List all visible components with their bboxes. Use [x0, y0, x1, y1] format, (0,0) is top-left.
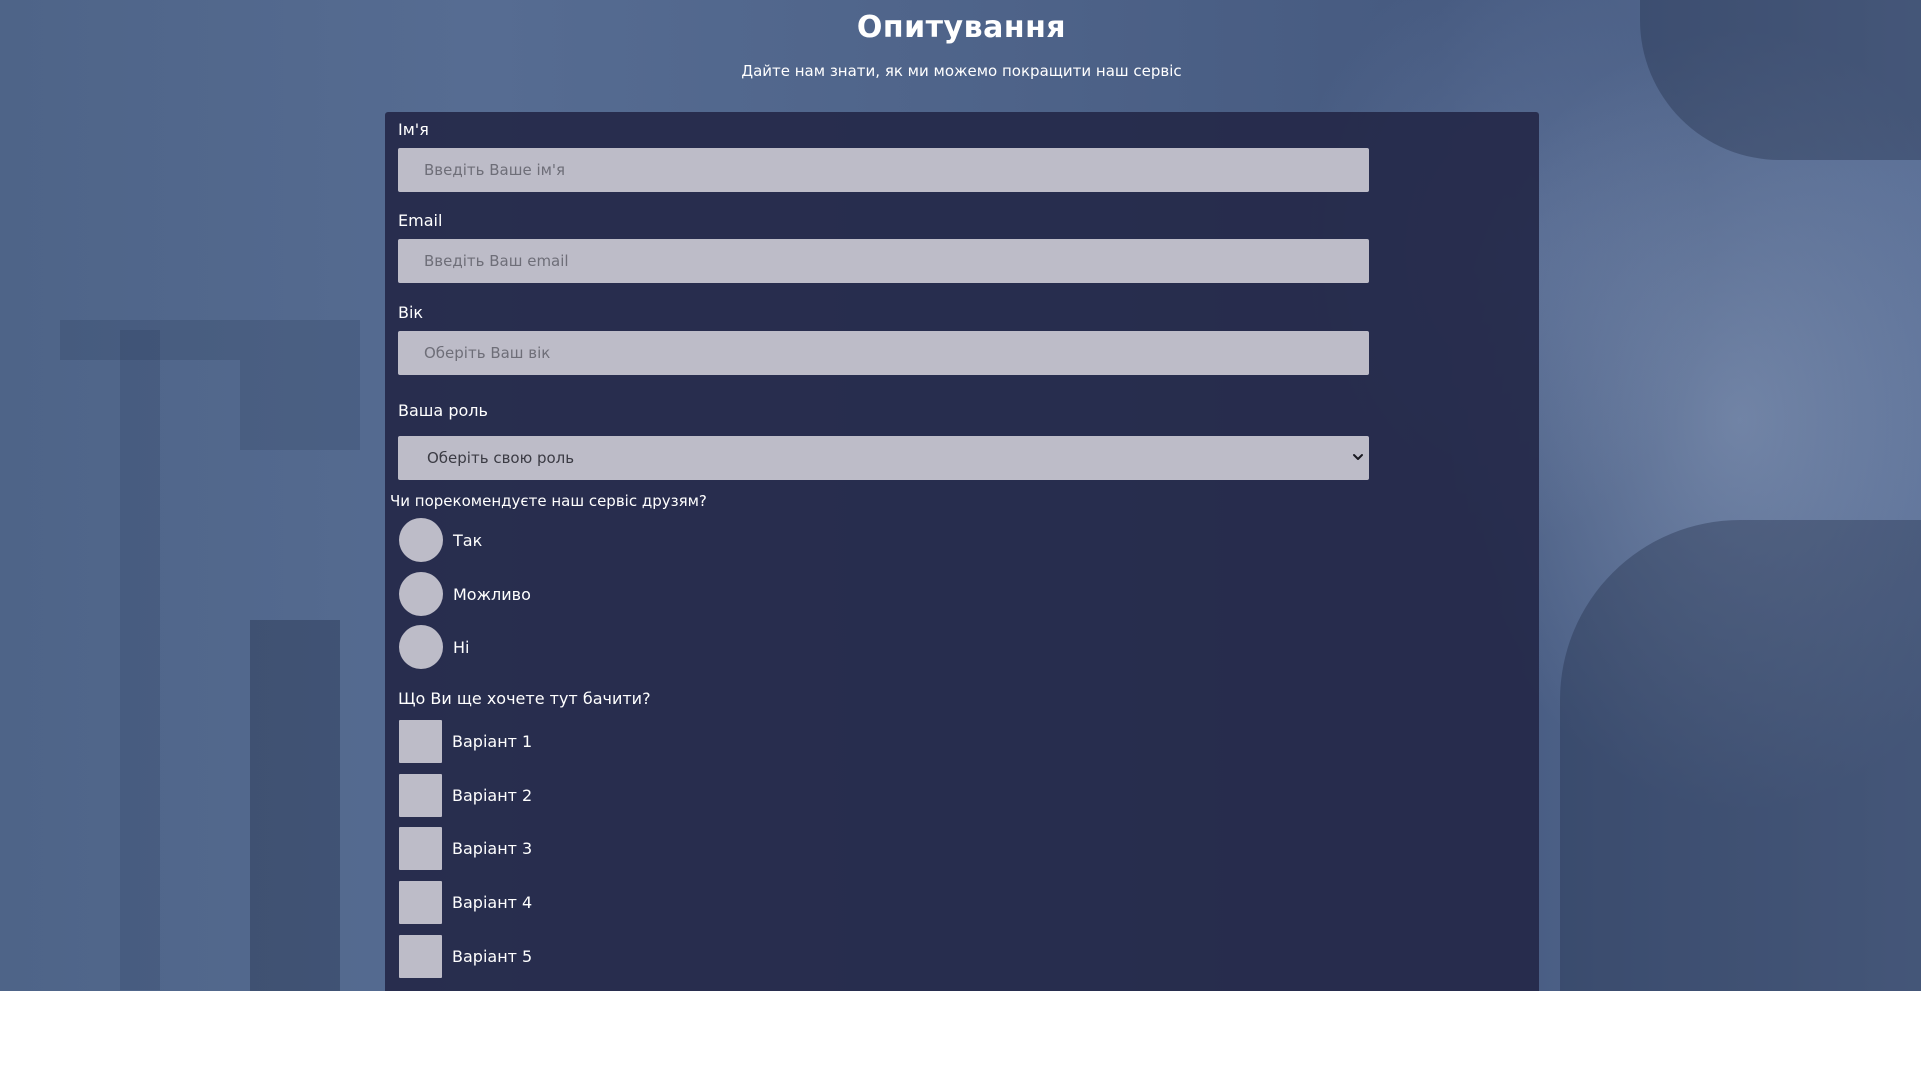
email-label: Email: [398, 211, 443, 230]
age-label: Вік: [398, 303, 424, 322]
checkbox-label: Варіант 1: [452, 731, 533, 751]
feature-option-2[interactable]: Варіант 2: [399, 773, 532, 817]
checkbox-label: Варіант 5: [452, 946, 533, 966]
page-title: Опитування: [856, 10, 1067, 45]
name-input[interactable]: [398, 148, 1369, 192]
feature-option-3[interactable]: Варіант 3: [399, 826, 532, 870]
role-select[interactable]: Оберіть свою роль: [398, 436, 1369, 480]
checkbox[interactable]: [399, 719, 442, 763]
recommend-option-yes[interactable]: Так: [399, 518, 482, 562]
radio-button[interactable]: [399, 572, 443, 616]
radio-label: Ні: [453, 637, 470, 657]
checkbox[interactable]: [399, 826, 442, 870]
features-question: Що Ви ще хочете тут бачити?: [398, 689, 651, 708]
radio-label: Так: [453, 530, 483, 550]
checkbox-label: Варіант 3: [452, 838, 533, 858]
radio-button[interactable]: [399, 518, 443, 562]
checkbox[interactable]: [399, 934, 442, 978]
checkbox[interactable]: [399, 880, 442, 924]
radio-label: Можливо: [453, 584, 531, 604]
recommend-option-no[interactable]: Ні: [399, 625, 469, 669]
survey-form: Ім'я Email Вік Ваша роль Оберіть свою ро…: [385, 112, 1539, 991]
radio-button[interactable]: [399, 625, 443, 669]
role-select-value: Оберіть свою роль: [427, 449, 575, 467]
age-input[interactable]: [398, 331, 1369, 375]
checkbox[interactable]: [399, 773, 442, 817]
email-input[interactable]: [398, 239, 1369, 283]
role-label: Ваша роль: [398, 401, 488, 420]
feature-option-1[interactable]: Варіант 1: [399, 719, 532, 763]
checkbox-label: Варіант 2: [452, 785, 533, 805]
page-subtitle: Дайте нам знати, як ми можемо покращити …: [741, 62, 1182, 80]
name-label: Ім'я: [398, 120, 429, 139]
checkbox-label: Варіант 4: [452, 892, 533, 912]
feature-option-4[interactable]: Варіант 4: [399, 880, 532, 924]
feature-option-5[interactable]: Варіант 5: [399, 934, 532, 978]
recommend-question: Чи порекомендуєте наш сервіс друзям?: [390, 492, 707, 510]
recommend-option-maybe[interactable]: Можливо: [399, 572, 531, 616]
chevron-down-icon: [1353, 454, 1363, 460]
